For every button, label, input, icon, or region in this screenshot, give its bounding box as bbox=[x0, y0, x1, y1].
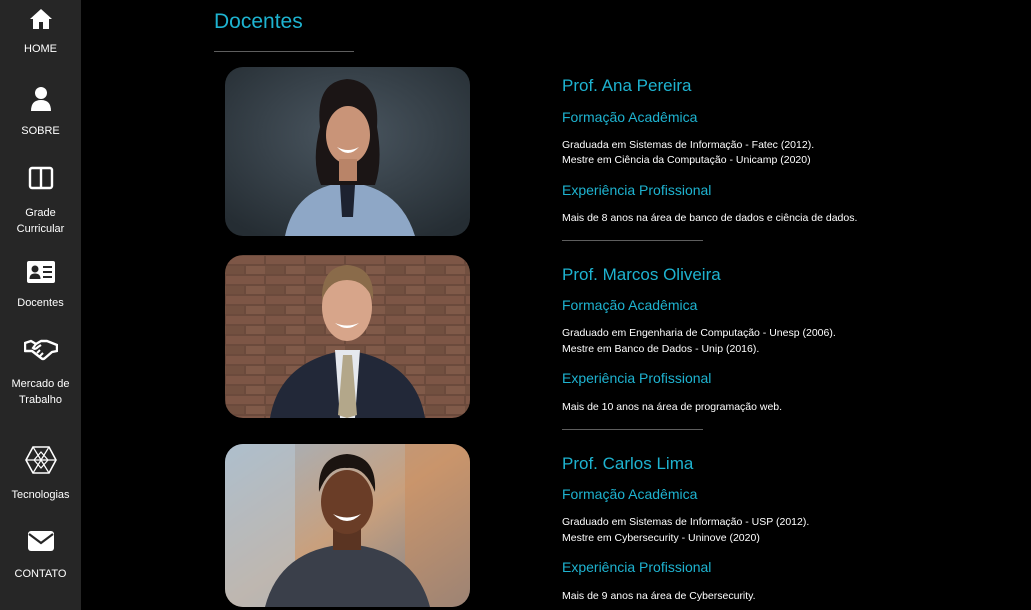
teacher-name: Prof. Marcos Oliveira bbox=[562, 265, 721, 284]
sidebar-item-label: HOME bbox=[24, 43, 57, 55]
sidebar-item-label: CONTATO bbox=[14, 568, 67, 580]
experience-text: Mais de 10 anos na área de programação w… bbox=[562, 401, 783, 413]
sidebar-item-sobre[interactable]: SOBRE bbox=[0, 86, 81, 139]
sidebar: HOME SOBRE Grade Curricular Docentes Mer… bbox=[0, 0, 81, 610]
experience-heading: Experiência Profissional bbox=[562, 370, 712, 386]
education-line: Mestre em Ciência da Computação - Unicam… bbox=[562, 154, 811, 166]
main-content: Docentes Prof. Ana Pereira Formação Acad… bbox=[81, 0, 1031, 610]
sidebar-item-docentes[interactable]: Docentes bbox=[0, 260, 81, 311]
teacher-photo bbox=[225, 255, 470, 418]
handshake-icon bbox=[0, 337, 81, 366]
sidebar-item-grade-curricular[interactable]: Grade Curricular bbox=[0, 166, 81, 237]
teacher-photo bbox=[225, 444, 470, 607]
page-title: Docentes bbox=[214, 10, 303, 33]
teacher-name: Prof. Carlos Lima bbox=[562, 454, 694, 473]
sidebar-item-label: Grade Curricular bbox=[16, 207, 65, 235]
sidebar-item-mercado-de-trabalho[interactable]: Mercado de Trabalho bbox=[0, 337, 81, 408]
home-icon bbox=[0, 8, 81, 35]
teacher-photo bbox=[225, 67, 470, 236]
teacher-divider bbox=[562, 429, 703, 430]
envelope-icon bbox=[0, 530, 81, 557]
sidebar-item-label: Docentes bbox=[17, 297, 64, 309]
education-line: Graduado em Sistemas de Informação - USP… bbox=[562, 516, 810, 528]
sidebar-item-home[interactable]: HOME bbox=[0, 8, 81, 57]
education-line: Mestre em Cybersecurity - Uninove (2020) bbox=[562, 532, 760, 544]
sidebar-item-contato[interactable]: CONTATO bbox=[0, 530, 81, 582]
experience-heading: Experiência Profissional bbox=[562, 559, 712, 575]
teacher-divider bbox=[562, 240, 703, 241]
education-heading: Formação Acadêmica bbox=[562, 109, 698, 125]
sidebar-item-label: Tecnologias bbox=[11, 489, 70, 501]
sidebar-item-label: SOBRE bbox=[21, 125, 60, 137]
sidebar-item-label: Mercado de Trabalho bbox=[11, 378, 70, 406]
experience-text: Mais de 9 anos na área de Cybersecurity. bbox=[562, 590, 756, 602]
book-icon bbox=[0, 166, 81, 195]
education-heading: Formação Acadêmica bbox=[562, 486, 698, 502]
user-icon bbox=[0, 86, 81, 117]
education-line: Graduada em Sistemas de Informação - Fat… bbox=[562, 139, 815, 151]
experience-text: Mais de 8 anos na área de banco de dados… bbox=[562, 212, 858, 224]
id-card-icon bbox=[0, 260, 81, 289]
hexagon-icon bbox=[0, 446, 81, 479]
teacher-name: Prof. Ana Pereira bbox=[562, 76, 692, 95]
title-divider bbox=[214, 51, 354, 52]
sidebar-item-tecnologias[interactable]: Tecnologias bbox=[0, 446, 81, 503]
education-line: Mestre em Banco de Dados - Unip (2016). bbox=[562, 343, 760, 355]
experience-heading: Experiência Profissional bbox=[562, 182, 712, 198]
education-heading: Formação Acadêmica bbox=[562, 297, 698, 313]
education-line: Graduado em Engenharia de Computação - U… bbox=[562, 327, 836, 339]
